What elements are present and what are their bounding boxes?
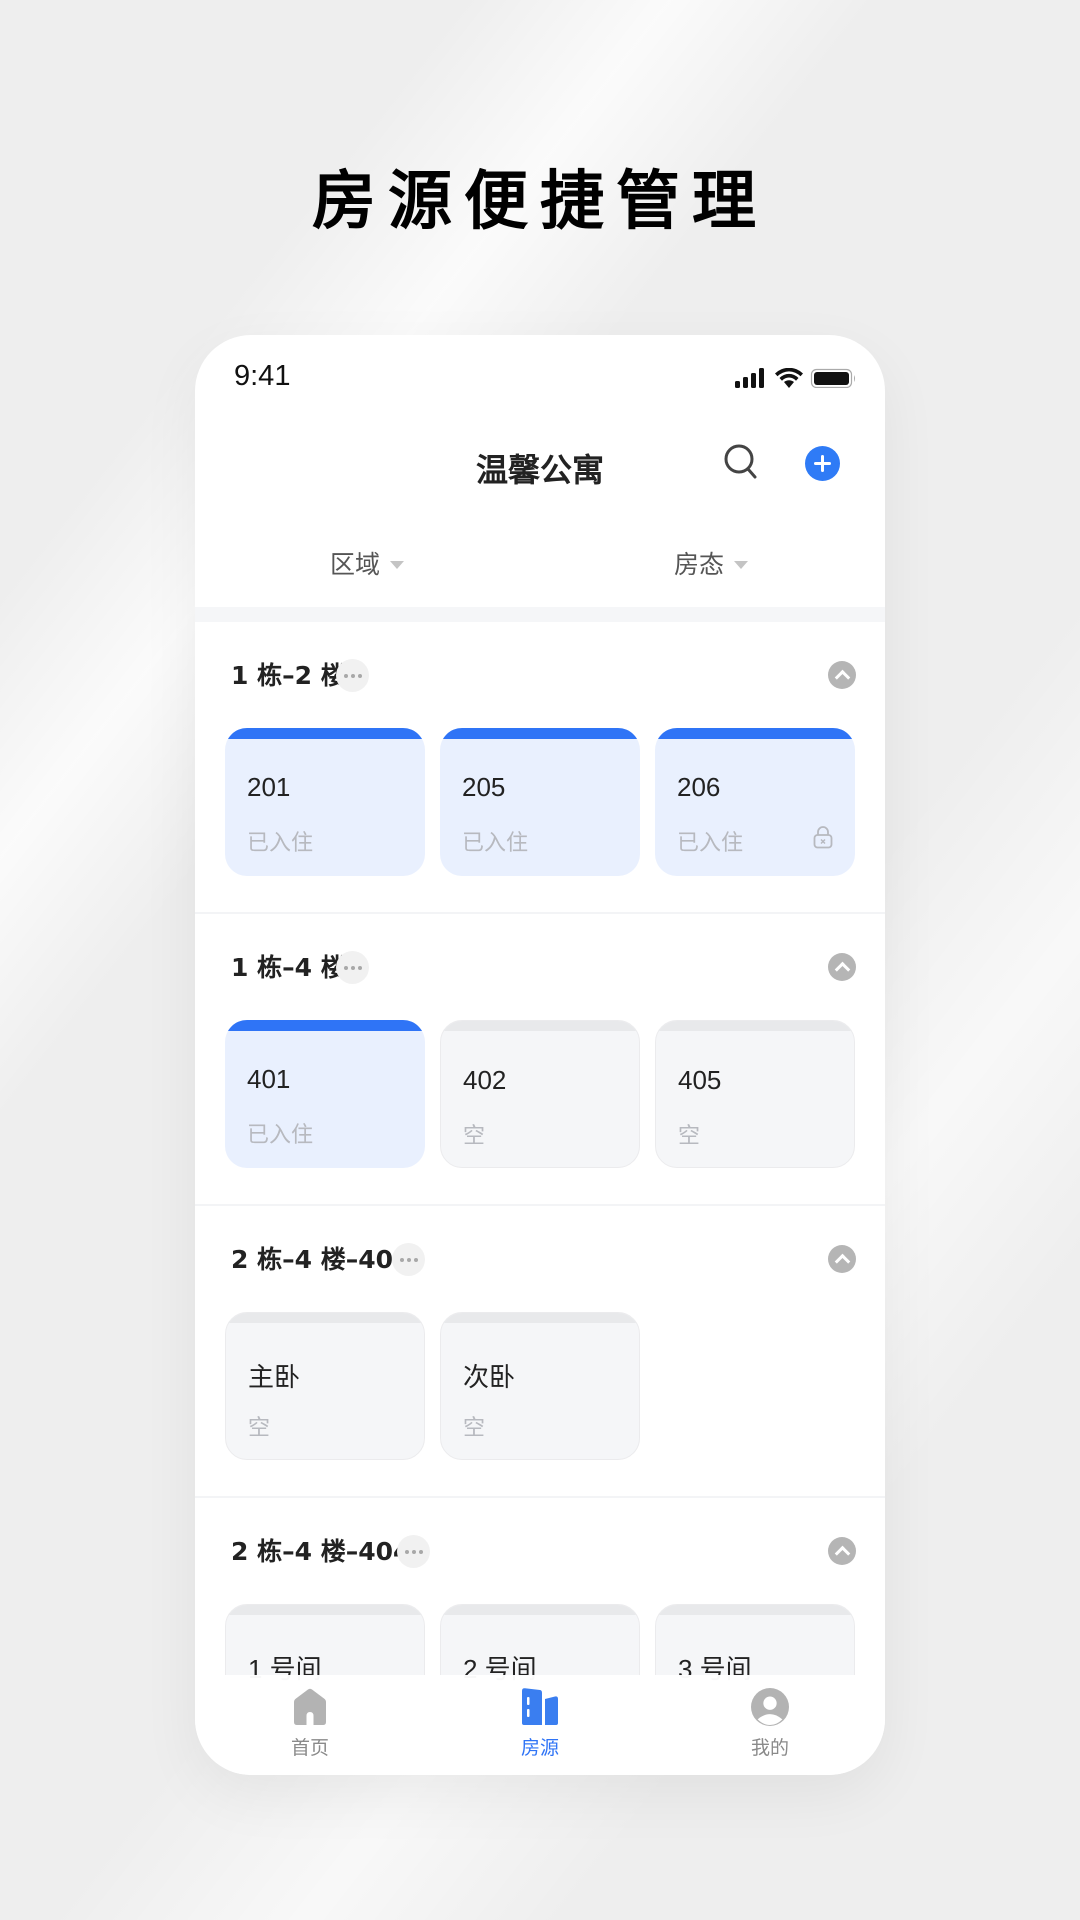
buildings-icon [522, 1688, 558, 1725]
more-options-button[interactable] [392, 1243, 425, 1276]
room-cards: 401 已入住 402 空 405 空 [225, 1020, 855, 1168]
more-options-button[interactable] [397, 1535, 430, 1568]
more-dots-icon [404, 1549, 423, 1554]
room-name: 主卧 [248, 1362, 301, 1392]
room-card[interactable]: 206 已入住 [655, 728, 855, 876]
room-status: 空 [678, 1124, 701, 1149]
room-group-title: 2 栋–4 楼–401 [231, 1245, 411, 1274]
room-group: 1 栋–4 楼 401 已入住 402 空 405 空 [195, 914, 885, 1206]
room-card[interactable]: 405 空 [655, 1020, 855, 1168]
tab-listings[interactable]: 房源 [425, 1675, 655, 1775]
tab-listings-label: 房源 [520, 1737, 559, 1759]
filter-status-label: 房态 [674, 550, 725, 579]
room-cards: 主卧空次卧空 [225, 1312, 640, 1460]
signal-icon [735, 368, 764, 388]
section-list: 1 栋–2 楼 201 已入住 205 已入住 206 已入住 1 栋–4 楼 401 已入住 40… [195, 622, 885, 1775]
room-card[interactable]: 主卧空 [225, 1312, 425, 1460]
header-title: 温馨公寓 [475, 451, 604, 489]
caret-down-icon [390, 561, 405, 569]
room-name: 201 [247, 772, 291, 802]
filter-bar: 区域 房态 [195, 543, 885, 583]
filter-room-status[interactable]: 房态 [674, 543, 749, 583]
status-time: 9:41 [234, 360, 291, 392]
status-icons [735, 368, 855, 388]
room-status: 已入住 [247, 831, 314, 856]
room-name: 206 [677, 772, 721, 802]
room-group: 2 栋–4 楼–401 主卧空次卧空 [195, 1206, 885, 1498]
room-name: 405 [678, 1065, 722, 1095]
bottom-tab-bar: 首页 房源 我的 [195, 1675, 885, 1775]
room-group: 1 栋–2 楼 201 已入住 205 已入住 206 已入住 [195, 622, 885, 914]
room-status: 空 [463, 1416, 486, 1441]
search-button[interactable] [723, 443, 759, 481]
tab-mine-label: 我的 [750, 1737, 789, 1759]
add-button[interactable] [805, 446, 840, 481]
room-card[interactable]: 402 空 [440, 1020, 640, 1168]
room-status: 已入住 [247, 1123, 314, 1148]
more-dots-icon [399, 1257, 418, 1262]
tab-mine[interactable]: 我的 [655, 1675, 885, 1775]
room-name: 401 [247, 1064, 291, 1094]
lock-icon [813, 826, 833, 849]
room-card[interactable]: 次卧空 [440, 1312, 640, 1460]
room-group-title: 1 栋–4 楼 [231, 953, 346, 982]
home-icon [294, 1688, 326, 1725]
room-group-title: 1 栋–2 楼 [231, 661, 346, 690]
divider [195, 607, 885, 622]
room-card[interactable]: 401 已入住 [225, 1020, 425, 1168]
page-headline: 房源便捷管理 [312, 165, 768, 239]
room-name: 次卧 [463, 1362, 516, 1392]
room-status: 空 [248, 1416, 271, 1441]
room-name: 402 [463, 1065, 507, 1095]
more-options-button[interactable] [336, 951, 369, 984]
more-dots-icon [343, 673, 362, 678]
more-dots-icon [343, 965, 362, 970]
room-card[interactable]: 205 已入住 [440, 728, 640, 876]
user-icon [751, 1688, 789, 1726]
room-name: 205 [462, 772, 506, 802]
wifi-icon [775, 368, 803, 388]
collapse-chevron-up-icon[interactable] [828, 1537, 856, 1565]
phone-screen: 9:41 温馨公寓 区域 房态 1 栋–2 楼 201 已入住 205 已入住 … [195, 335, 885, 1775]
collapse-chevron-up-icon[interactable] [828, 1245, 856, 1273]
collapse-chevron-up-icon[interactable] [828, 661, 856, 689]
room-status: 已入住 [677, 831, 744, 856]
search-icon [724, 444, 757, 479]
filter-area[interactable]: 区域 [330, 543, 405, 583]
collapse-chevron-up-icon[interactable] [828, 953, 856, 981]
room-card[interactable]: 201 已入住 [225, 728, 425, 876]
room-status: 已入住 [462, 831, 529, 856]
caret-down-icon [734, 561, 749, 569]
tab-home[interactable]: 首页 [195, 1675, 425, 1775]
more-options-button[interactable] [336, 659, 369, 692]
room-cards: 201 已入住 205 已入住 206 已入住 [225, 728, 855, 876]
filter-area-label: 区域 [330, 550, 381, 579]
battery-icon [810, 368, 855, 388]
room-status: 空 [463, 1124, 486, 1149]
tab-home-label: 首页 [290, 1737, 329, 1759]
room-group-title: 2 栋–4 楼–404 [231, 1537, 411, 1566]
